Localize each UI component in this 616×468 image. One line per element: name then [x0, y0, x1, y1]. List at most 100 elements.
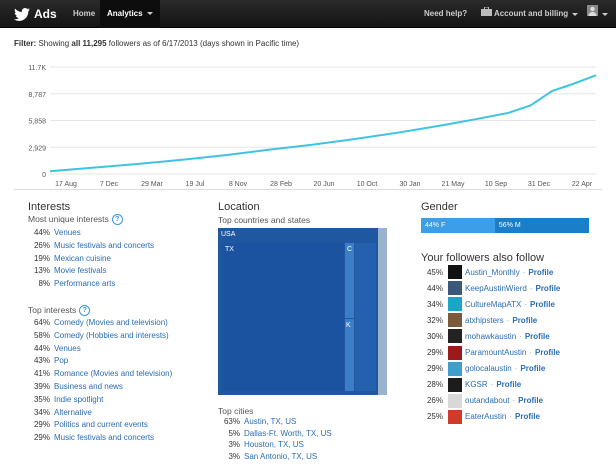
- treemap-tx[interactable]: TX: [222, 243, 344, 391]
- also-follow-title: Your followers also follow: [421, 252, 545, 264]
- city-item-link[interactable]: Houston, TX, US: [244, 440, 304, 449]
- profile-link[interactable]: Profile: [530, 300, 555, 309]
- location-treemap: USA TX C K: [218, 228, 387, 395]
- treemap-usa[interactable]: USA TX C K: [218, 228, 378, 395]
- city-item-link[interactable]: Austin, TX, US: [244, 417, 296, 426]
- percent-value: 29%: [426, 364, 443, 374]
- percent-value: 28%: [426, 380, 443, 390]
- account-name-link[interactable]: CultureMapATX: [465, 300, 521, 309]
- countries-title: Top countries and states: [218, 215, 311, 225]
- top-interest-item-link[interactable]: Venues: [54, 344, 81, 353]
- account-name-link[interactable]: golocalaustin: [465, 364, 512, 373]
- x-tick-label: 7 Dec: [100, 181, 119, 188]
- gender-bar: 44% F 56% M: [421, 218, 589, 233]
- unique-interest-item-link[interactable]: Mexican cuisine: [54, 254, 111, 263]
- unique-interest-item: 19% Mexican cuisine: [28, 253, 154, 266]
- account-avatar[interactable]: [448, 313, 462, 328]
- top-interest-item: 43% Pop: [28, 355, 172, 368]
- x-tick-label: 8 Nov: [229, 181, 248, 188]
- account-avatar[interactable]: [448, 329, 462, 344]
- account-avatar[interactable]: [448, 281, 462, 296]
- filter-label: Filter:: [14, 39, 37, 48]
- top-interest-item: 41% Romance (Movies and television): [28, 368, 172, 381]
- x-tick-label: 31 Dec: [528, 181, 551, 188]
- y-tick-label: 5,858: [28, 119, 46, 126]
- unique-interest-item-link[interactable]: Movie festivals: [54, 266, 106, 275]
- separator: ·: [509, 412, 513, 422]
- top-interest-item: 58% Comedy (Hobbies and interests): [28, 330, 172, 343]
- top-interest-item-link[interactable]: Pop: [54, 356, 68, 365]
- account-name-link[interactable]: outandabout: [465, 396, 510, 405]
- account-name-link[interactable]: EaterAustin: [465, 412, 506, 421]
- percent-value: 35%: [33, 394, 50, 404]
- treemap-other-states[interactable]: [355, 243, 376, 391]
- help-icon[interactable]: ?: [111, 214, 123, 226]
- filter-line: Filter: Showing all 11,295 followers as …: [14, 39, 299, 48]
- top-interest-item-link[interactable]: Indie spotlight: [54, 395, 103, 404]
- top-interest-item-link[interactable]: Comedy (Movies and television): [54, 318, 168, 327]
- top-interest-item-link[interactable]: Comedy (Hobbies and interests): [54, 331, 169, 340]
- account-avatar[interactable]: [448, 393, 462, 408]
- treemap-c[interactable]: C: [345, 243, 354, 318]
- nav-analytics[interactable]: Analytics: [100, 0, 160, 28]
- x-tick-label: 17 Aug: [55, 181, 77, 188]
- percent-value: 26%: [33, 240, 50, 250]
- percent-value: 58%: [33, 330, 50, 340]
- percent-value: 13%: [33, 266, 50, 276]
- top-interest-item: 39% Business and news: [28, 381, 172, 394]
- top-interest-item-link[interactable]: Politics and current events: [54, 420, 148, 429]
- profile-link[interactable]: Profile: [525, 332, 550, 341]
- percent-value: 32%: [426, 315, 443, 325]
- treemap-k[interactable]: K: [345, 319, 354, 391]
- x-tick-label: 21 May: [442, 181, 465, 188]
- profile-link[interactable]: Profile: [535, 348, 560, 357]
- account-name-link[interactable]: mohawkaustin: [465, 332, 516, 341]
- percent-value: 39%: [33, 381, 50, 391]
- account-avatar[interactable]: [448, 345, 462, 360]
- profile-link[interactable]: Profile: [520, 364, 545, 373]
- profile-link[interactable]: Profile: [535, 284, 560, 293]
- user-menu[interactable]: [580, 0, 615, 28]
- unique-interest-item-link[interactable]: Music festivals and concerts: [54, 241, 154, 250]
- account-name-link[interactable]: KeepAustinWierd: [465, 284, 527, 293]
- unique-interests-list: 44% Venues 26% Music festivals and concerts…: [28, 227, 154, 291]
- nav-home[interactable]: Home: [66, 0, 102, 28]
- top-interest-item-link[interactable]: Business and news: [54, 382, 123, 391]
- y-tick-label: 2,929: [28, 145, 46, 152]
- twitter-bird-icon: [14, 7, 30, 21]
- y-tick-label: 0: [42, 172, 46, 179]
- separator: ·: [519, 331, 522, 341]
- city-item-link[interactable]: San Antonio, TX, US: [244, 452, 317, 461]
- account-name-link[interactable]: KGSR: [465, 380, 488, 389]
- filter-count: all 11,295: [71, 39, 107, 48]
- follow-item: 44% KeepAustinWierd · Profile: [421, 280, 560, 296]
- gender-female-segment: 44% F: [421, 218, 495, 233]
- city-item-link[interactable]: Dallas-Ft. Worth, TX, US: [244, 429, 332, 438]
- location-title: Location: [218, 201, 260, 213]
- account-avatar[interactable]: [448, 361, 462, 376]
- account-avatar[interactable]: [448, 377, 462, 392]
- profile-link[interactable]: Profile: [512, 316, 537, 325]
- account-name-link[interactable]: atxhipsters: [465, 316, 504, 325]
- unique-interest-item-link[interactable]: Performance arts: [54, 279, 115, 288]
- account-name-link[interactable]: Austin_Monthly: [465, 268, 520, 277]
- unique-interest-item: 13% Movie festivals: [28, 265, 154, 278]
- city-item: 63% Austin, TX, US: [218, 416, 332, 428]
- profile-link[interactable]: Profile: [515, 412, 540, 421]
- percent-value: 45%: [426, 267, 443, 277]
- account-avatar[interactable]: [448, 297, 462, 312]
- top-interest-item-link[interactable]: Music festivals and concerts: [54, 433, 154, 442]
- account-name-link[interactable]: ParamountAustin: [465, 348, 526, 357]
- brand[interactable]: Ads: [14, 6, 57, 22]
- profile-link[interactable]: Profile: [518, 396, 543, 405]
- top-interest-item-link[interactable]: Alternative: [54, 408, 92, 417]
- account-avatar[interactable]: [448, 265, 462, 279]
- top-interest-item-link[interactable]: Romance (Movies and television): [54, 369, 172, 378]
- nav-account-billing[interactable]: Account and billing: [474, 0, 585, 28]
- help-icon[interactable]: ?: [79, 305, 91, 317]
- nav-help[interactable]: Need help?: [417, 0, 474, 28]
- profile-link[interactable]: Profile: [528, 268, 553, 277]
- account-avatar[interactable]: [448, 409, 462, 424]
- profile-link[interactable]: Profile: [496, 380, 521, 389]
- unique-interest-item-link[interactable]: Venues: [54, 228, 81, 237]
